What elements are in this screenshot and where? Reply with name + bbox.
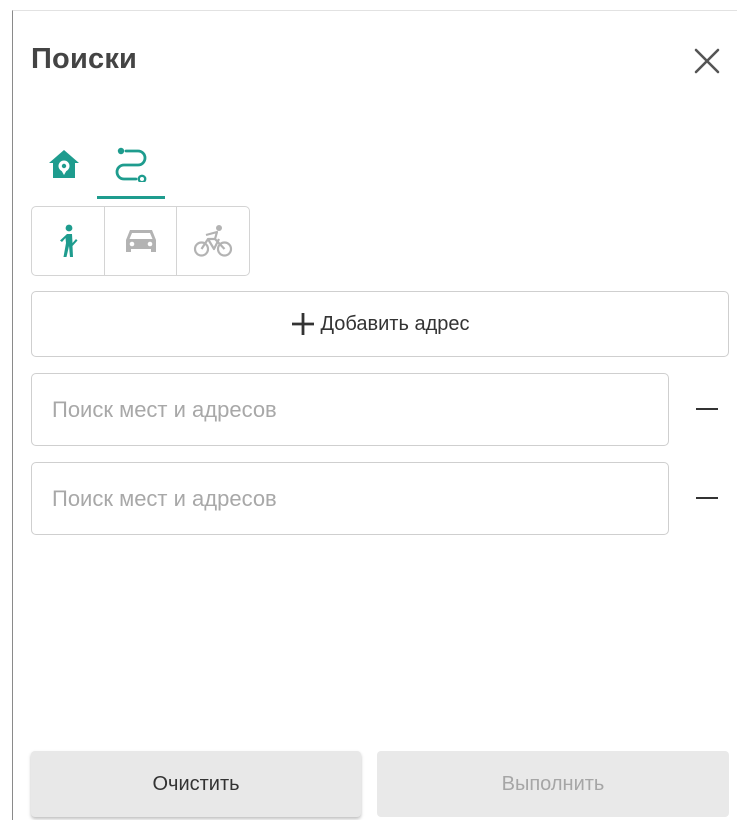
run-button[interactable]: Выполнить xyxy=(377,751,729,817)
close-icon xyxy=(694,48,720,74)
minus-icon xyxy=(696,407,718,411)
remove-stop-button[interactable] xyxy=(695,397,719,421)
add-address-button[interactable]: Добавить адрес xyxy=(31,291,729,357)
plus-icon xyxy=(291,313,314,335)
tab-places[interactable] xyxy=(39,129,89,199)
travel-mode-selector xyxy=(31,206,250,276)
close-button[interactable] xyxy=(690,46,724,76)
bicycle-icon xyxy=(194,225,233,257)
search-input-start[interactable] xyxy=(31,373,669,446)
remove-stop-button[interactable] xyxy=(695,486,719,510)
add-address-label: Добавить адрес xyxy=(320,312,470,335)
mode-walk-button[interactable] xyxy=(32,207,105,275)
search-input-destination[interactable] xyxy=(31,462,669,535)
home-pin-icon xyxy=(49,150,79,178)
clear-button[interactable]: Очистить xyxy=(31,751,361,817)
tab-route[interactable] xyxy=(97,129,165,199)
walk-icon xyxy=(59,224,78,257)
route-icon xyxy=(115,147,147,182)
mode-car-button[interactable] xyxy=(105,207,178,275)
minus-icon xyxy=(696,496,718,500)
mode-bicycle-button[interactable] xyxy=(177,207,249,275)
active-tab-indicator xyxy=(97,196,165,199)
panel-title: Поиски xyxy=(31,43,138,75)
search-panel: Поиски Добавить адрес Поиск мест и адрес… xyxy=(12,10,737,820)
car-icon xyxy=(125,230,156,252)
